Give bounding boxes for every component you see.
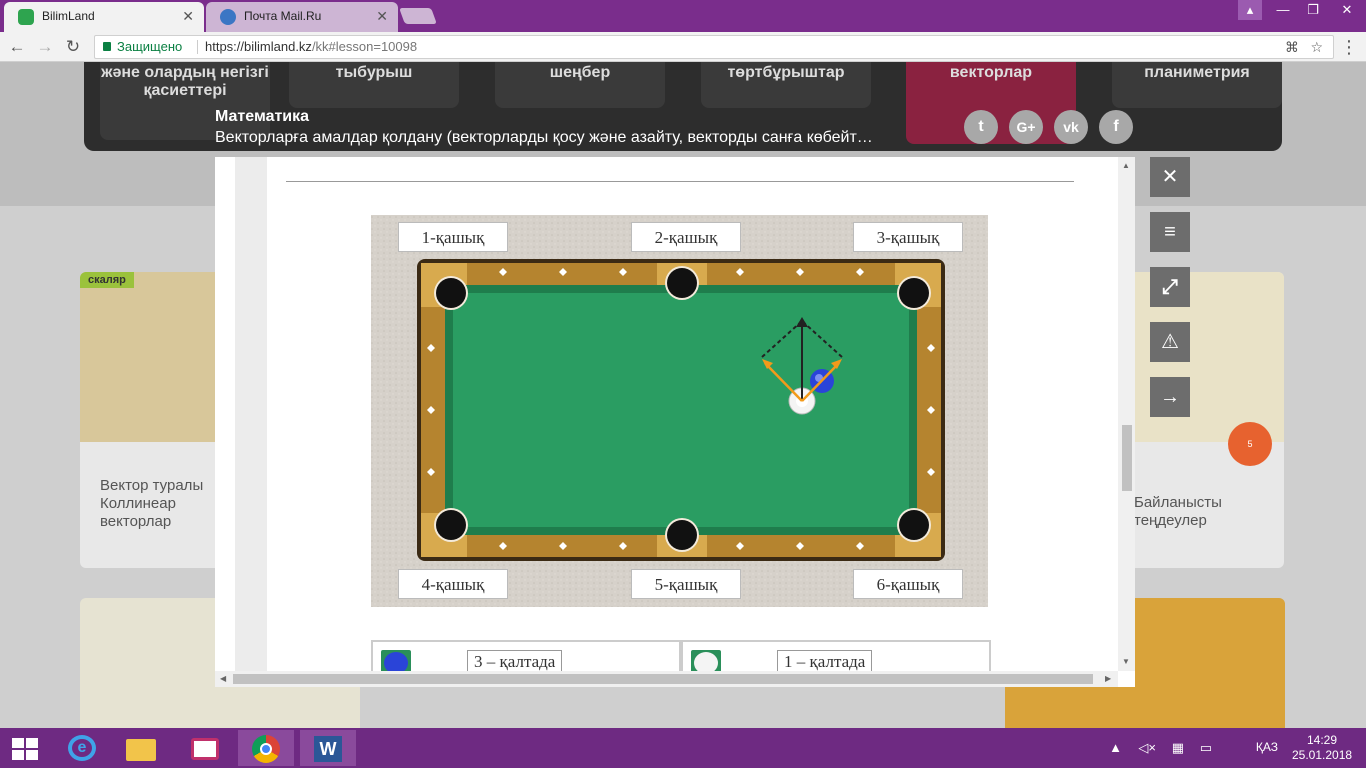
forward-icon[interactable]: →	[34, 36, 56, 58]
lesson-modal: 1-қашық 2-қашық 3-қашық 4-қашық 5-қашық …	[215, 157, 1135, 687]
card-tag: скаляр	[80, 272, 134, 288]
topic-card[interactable]: шеңбер	[495, 62, 665, 108]
translate-icon[interactable]: ⌘	[1285, 36, 1299, 58]
blue-ball-icon	[381, 650, 411, 671]
vertical-scrollbar[interactable]: ▲ ▼	[1118, 157, 1135, 671]
language-indicator[interactable]: ҚАЗ	[1256, 740, 1278, 754]
pocket-label-2: 2-қашық	[631, 222, 741, 252]
lesson-content: 1-қашық 2-қашық 3-қашық 4-қашық 5-қашық …	[225, 157, 1118, 671]
vertical-scroll-thumb[interactable]	[1122, 425, 1132, 491]
lock-icon	[103, 42, 111, 51]
secure-label: Защищено	[117, 39, 183, 54]
next-arrow-icon[interactable]: →	[1150, 377, 1190, 417]
google-plus-icon[interactable]: G+	[1009, 110, 1043, 144]
bilimland-favicon-icon	[18, 9, 34, 25]
twitter-icon[interactable]: t	[964, 110, 998, 144]
profile-icon[interactable]: ▴	[1238, 0, 1262, 20]
pocket-label-5: 5-қашық	[631, 569, 741, 599]
tab-mail[interactable]: Почта Mail.Ru ✕	[206, 2, 398, 32]
tab-close-icon[interactable]: ✕	[182, 2, 194, 30]
answer-cell-blue: 3 – қалтада	[371, 642, 681, 671]
camera-app-icon[interactable]	[177, 730, 233, 766]
browser-menu-icon[interactable]: ⋮	[1340, 36, 1358, 58]
warning-icon[interactable]: ⚠	[1150, 322, 1190, 362]
vk-icon[interactable]: vk	[1054, 110, 1088, 144]
browser-tab-bar: BilimLand ✕ Почта Mail.Ru ✕ ▴ — ❐ ✕	[0, 0, 1366, 32]
clock[interactable]: 14:29 25.01.2018	[1292, 733, 1352, 763]
menu-icon[interactable]: ≡	[1150, 212, 1190, 252]
volume-icon[interactable]: ◁×	[1138, 740, 1156, 756]
billiard-scene: 1-қашық 2-қашық 3-қашық 4-қашық 5-қашық …	[371, 215, 988, 607]
address-bar: ← → ↻ Защищено https://bilimland.kz/kk#l…	[0, 32, 1366, 62]
answer-cell-white: 1 – қалтада	[681, 642, 991, 671]
tab-title: Почта Mail.Ru	[244, 9, 322, 23]
notification-icon[interactable]: ▭	[1200, 740, 1212, 756]
windows-taskbar: e W ▲ ◁× ▦ ▭ ҚАЗ 14:29 25.01.2018	[0, 728, 1366, 768]
horizontal-scroll-thumb[interactable]	[233, 674, 1093, 684]
restore-icon[interactable]: ❐	[1298, 0, 1328, 20]
new-tab-button[interactable]	[399, 8, 437, 24]
reload-icon[interactable]: ↻	[62, 36, 84, 58]
answer-text[interactable]: 3 – қалтада	[467, 650, 563, 671]
subject-title: Математика	[215, 108, 310, 125]
white-ball-icon	[691, 650, 721, 671]
pocket-label-6: 6-қашық	[853, 569, 963, 599]
fullscreen-icon[interactable]: ⤢	[1150, 267, 1190, 307]
mail-favicon-icon	[220, 9, 236, 25]
billiard-table	[371, 215, 988, 607]
tab-title: BilimLand	[42, 9, 95, 23]
minimize-icon[interactable]: —	[1268, 0, 1298, 20]
facebook-icon[interactable]: f	[1099, 110, 1133, 144]
pocket-label-4: 4-қашық	[398, 569, 508, 599]
bookmark-star-icon[interactable]: ☆	[1310, 36, 1323, 58]
tray-up-arrow-icon[interactable]: ▲	[1109, 740, 1122, 755]
lesson-title: Векторларға амалдар қолдану (векторларды…	[215, 129, 873, 146]
back-icon[interactable]: ←	[6, 36, 28, 58]
pocket-label-3: 3-қашық	[853, 222, 963, 252]
window-close-icon[interactable]: ✕	[1328, 0, 1366, 20]
pocket-label-1: 1-қашық	[398, 222, 508, 252]
chrome-icon[interactable]	[238, 730, 294, 766]
url-text: https://bilimland.kz/kk#lesson=10098	[205, 39, 418, 54]
answer-text[interactable]: 1 – қалтада	[777, 650, 873, 671]
topic-card[interactable]: төртбұрыштар	[701, 62, 871, 108]
card-caption: Байланысты теңдеулер	[1134, 494, 1222, 529]
word-icon[interactable]: W	[300, 730, 356, 766]
url-field[interactable]: Защищено https://bilimland.kz/kk#lesson=…	[94, 35, 1334, 59]
tab-bilimland[interactable]: BilimLand ✕	[4, 2, 204, 32]
topic-card[interactable]: тыбурыш	[289, 62, 459, 108]
topic-card[interactable]: планиметрия	[1112, 62, 1282, 108]
internet-explorer-icon[interactable]: e	[54, 730, 110, 766]
windows-start-icon[interactable]	[12, 738, 38, 760]
lesson-card[interactable]: 5 Байланысты теңдеулер	[1120, 272, 1284, 568]
horizontal-scrollbar[interactable]: ◀ ▶	[215, 671, 1118, 687]
tab-close-icon[interactable]: ✕	[376, 2, 388, 30]
file-explorer-icon[interactable]	[112, 730, 168, 766]
close-icon[interactable]: ✕	[1150, 157, 1190, 197]
html5-icon: 5	[1228, 422, 1272, 466]
answer-table: 3 – қалтада 1 – қалтада	[371, 640, 991, 671]
network-icon[interactable]: ▦	[1172, 740, 1184, 756]
